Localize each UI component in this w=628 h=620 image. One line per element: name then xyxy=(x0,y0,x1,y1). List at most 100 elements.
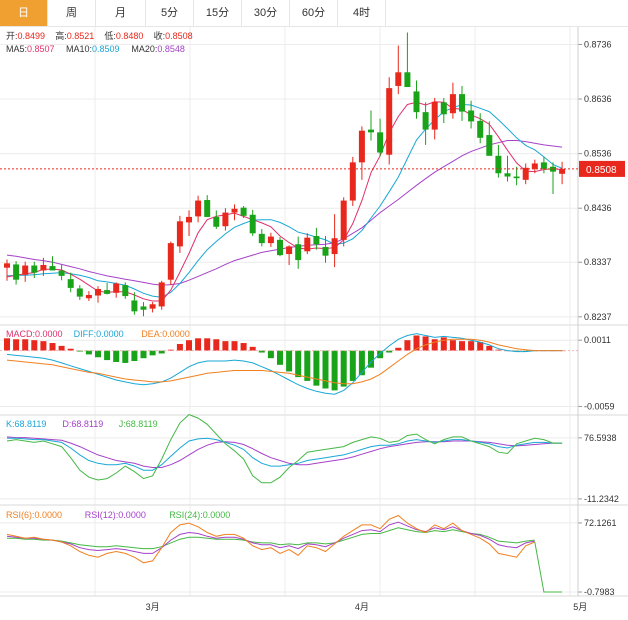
macd-bar xyxy=(113,350,120,362)
ma-legend-value: 0.8548 xyxy=(157,44,185,54)
macd-bar xyxy=(286,350,293,372)
y-tick-label: 0.8436 xyxy=(584,203,612,213)
candle-body xyxy=(304,237,311,252)
ohlc-legend-1: 开:0.8499 xyxy=(6,31,45,41)
candle-body xyxy=(431,101,438,130)
kdj-legend-3: J:68.8119 xyxy=(119,419,158,429)
rsi-tail-line xyxy=(534,541,563,593)
macd-bar xyxy=(267,350,274,359)
ma-legend-3: MA20:0.8548 xyxy=(131,44,185,54)
y-tick-label: -0.0059 xyxy=(584,401,615,411)
macd-bar xyxy=(58,345,65,351)
candle-body xyxy=(67,279,74,288)
candle-body xyxy=(204,200,211,217)
macd-bar xyxy=(249,346,256,351)
macd-bar xyxy=(422,336,429,351)
candle-body xyxy=(85,294,92,299)
candle-body xyxy=(368,129,374,133)
candle-body xyxy=(13,264,20,280)
candle-body xyxy=(386,88,393,155)
macd-bar xyxy=(49,343,56,351)
macd-bar xyxy=(195,338,202,351)
candle-body xyxy=(468,110,475,122)
ma-legend-label: MA10: xyxy=(66,44,92,54)
candle-body xyxy=(459,94,465,112)
candle-body xyxy=(559,168,566,174)
y-tick-label: 0.8237 xyxy=(584,312,612,322)
macd-bar xyxy=(295,350,302,378)
macd-legend-3: DEA:0.0000 xyxy=(141,329,190,339)
ohlc-legend-2: 高:0.8521 xyxy=(55,30,94,41)
rsi24-line xyxy=(7,527,535,550)
macd-bar xyxy=(431,339,438,351)
candle-body xyxy=(477,120,484,138)
rsi12-line xyxy=(6,521,535,554)
ohlc-legend-label: 收: xyxy=(154,30,166,41)
candle-body xyxy=(149,304,156,309)
macd-bar xyxy=(240,343,247,351)
candle-body xyxy=(349,162,356,201)
kdj-legend-1: K:68.8119 xyxy=(6,419,46,429)
ohlc-legend-3: 低:0.8480 xyxy=(104,30,143,41)
ohlc-legend-value: 0.8480 xyxy=(116,31,144,41)
y-tick-label: 0.0011 xyxy=(584,335,611,345)
ma-legend-2: MA10:0.8509 xyxy=(66,44,120,54)
macd-bar xyxy=(13,339,20,351)
candle-body xyxy=(31,265,38,273)
ohlc-legend-value: 0.8508 xyxy=(165,31,193,41)
macd-bar xyxy=(85,350,92,355)
ohlc-legend-label: 高: xyxy=(55,30,67,41)
chart-canvas[interactable]: 0.8736 0.8636 0.8536 0.8436 0.8337 0.8237 0.00… xyxy=(0,0,628,620)
candle-body xyxy=(95,288,101,296)
candle-body xyxy=(213,216,220,227)
candle-body xyxy=(49,266,56,271)
current-price-label: 0.8508 xyxy=(586,165,617,176)
candle-body xyxy=(267,236,274,244)
macd-bar xyxy=(449,340,456,351)
macd-bar xyxy=(104,350,111,361)
candle-body xyxy=(504,173,511,177)
candle-body xyxy=(531,163,538,169)
macd-bar xyxy=(222,341,229,351)
candle-body xyxy=(286,246,293,255)
candle-body xyxy=(249,214,256,234)
candle-body xyxy=(358,130,365,163)
ohlc-legend-value: 0.8499 xyxy=(18,31,46,41)
candle-body xyxy=(540,162,547,169)
candle-body xyxy=(258,233,265,244)
ma-legend-value: 0.8507 xyxy=(27,44,55,54)
macd-bar xyxy=(204,338,211,351)
chart-window: 日周月 5分 15分 30分 60分 4时 0.8736 0.8636 0.8536 0.843… xyxy=(0,0,628,620)
candle-body xyxy=(58,270,65,276)
ma-legend-label: MA5: xyxy=(6,44,27,54)
candle-body xyxy=(404,72,411,88)
y-tick-label: 0.8736 xyxy=(584,39,612,49)
macd-bar xyxy=(40,341,47,351)
macd-bar xyxy=(331,350,338,391)
y-tick-label: -0.7983 xyxy=(584,587,615,597)
candle-body xyxy=(486,135,493,156)
candle-body xyxy=(522,167,529,180)
candle-body xyxy=(313,236,320,245)
y-tick-label: -11.2342 xyxy=(584,494,619,504)
ohlc-legend-label: 低: xyxy=(104,30,116,41)
candle-body xyxy=(449,94,456,114)
candle-body xyxy=(40,264,47,271)
candle-body xyxy=(122,285,129,297)
macd-bar xyxy=(4,338,10,351)
ma-legend-1: MA5:0.8507 xyxy=(6,44,55,54)
macd-bar xyxy=(322,350,329,389)
macd-bar xyxy=(31,340,38,351)
candle-body xyxy=(422,112,429,130)
macd-bar xyxy=(277,350,283,365)
macd-bar xyxy=(440,337,447,351)
rsi-legend-3: RSI(24):0.0000 xyxy=(169,510,230,520)
candle-body xyxy=(22,265,29,275)
y-tick-label: 0.8337 xyxy=(584,257,612,267)
y-tick-label: 0.8636 xyxy=(584,94,612,104)
y-tick-label: 76.5938 xyxy=(584,433,617,443)
candle-body xyxy=(231,208,238,213)
y-tick-label: 72.1261 xyxy=(584,518,617,528)
macd-legend-1: MACD:0.0000 xyxy=(6,329,63,339)
candle-body xyxy=(240,207,247,216)
